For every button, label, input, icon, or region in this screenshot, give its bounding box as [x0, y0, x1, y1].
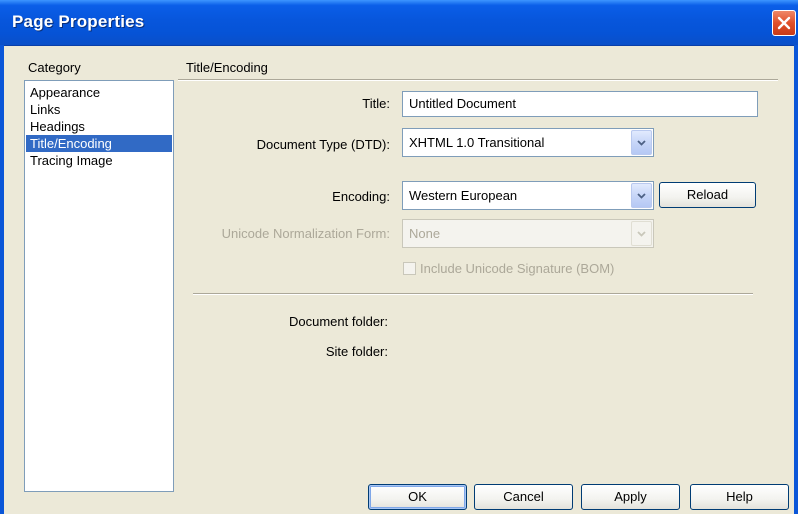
dialog-title: Page Properties: [12, 12, 145, 31]
apply-button[interactable]: Apply: [581, 484, 680, 510]
ok-button[interactable]: OK: [368, 484, 467, 510]
close-button[interactable]: [772, 10, 796, 36]
section-title: Title/Encoding: [186, 60, 268, 75]
category-item-headings[interactable]: Headings: [26, 118, 172, 135]
category-label: Category: [28, 60, 81, 75]
bom-checkbox-label: Include Unicode Signature (BOM): [420, 260, 615, 276]
doctype-value: XHTML 1.0 Transitional: [409, 135, 545, 150]
title-input[interactable]: Untitled Document: [402, 91, 758, 117]
window-frame-right: [794, 45, 798, 514]
doctype-label: Document Type (DTD):: [256, 137, 390, 152]
title-label: Title:: [362, 96, 390, 111]
window-frame-left: [0, 45, 4, 514]
doctype-select[interactable]: XHTML 1.0 Transitional: [402, 128, 654, 157]
category-item-title-encoding[interactable]: Title/Encoding: [26, 135, 172, 152]
category-item-appearance[interactable]: Appearance: [26, 84, 172, 101]
chevron-down-icon: [637, 139, 646, 146]
title-bar[interactable]: Page Properties: [0, 0, 798, 46]
close-icon: [777, 16, 791, 30]
chevron-down-icon: [637, 230, 646, 237]
encoding-select[interactable]: Western European: [402, 181, 654, 210]
doctype-dropdown-button[interactable]: [631, 130, 652, 155]
help-button[interactable]: Help: [690, 484, 789, 510]
normalization-dropdown-button[interactable]: [631, 221, 652, 246]
section-divider: [178, 79, 778, 81]
encoding-value: Western European: [409, 188, 518, 203]
category-item-tracing-image[interactable]: Tracing Image: [26, 152, 172, 169]
bom-checkbox[interactable]: [403, 261, 416, 275]
normalization-select[interactable]: None: [402, 219, 654, 248]
folders-divider: [193, 293, 753, 295]
normalization-value: None: [409, 226, 441, 241]
reload-button[interactable]: Reload: [659, 182, 756, 208]
cancel-button[interactable]: Cancel: [474, 484, 573, 510]
category-item-links[interactable]: Links: [26, 101, 172, 118]
site-folder-label: Site folder:: [325, 344, 388, 359]
document-folder-label: Document folder:: [289, 314, 388, 329]
chevron-down-icon: [637, 192, 646, 199]
category-list[interactable]: Appearance Links Headings Title/Encoding…: [24, 80, 174, 492]
page-properties-dialog: Page Properties Category Appearance Link…: [0, 0, 798, 514]
bom-checkbox-row[interactable]: Include Unicode Signature (BOM): [403, 259, 614, 277]
normalization-label: Unicode Normalization Form:: [221, 226, 390, 241]
encoding-dropdown-button[interactable]: [631, 183, 652, 208]
encoding-label: Encoding:: [332, 189, 390, 204]
